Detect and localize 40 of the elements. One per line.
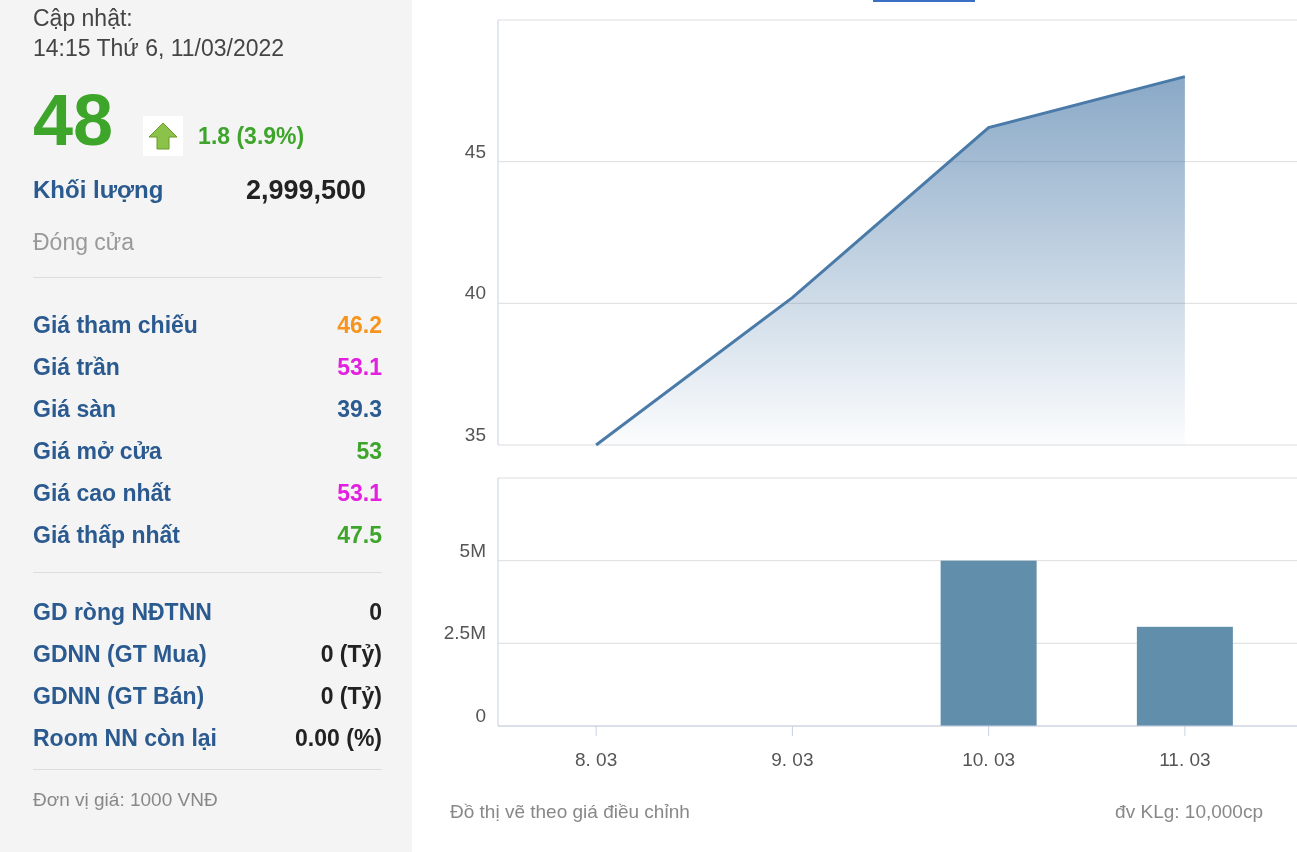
chart-note: Đồ thị vẽ theo giá điều chỉnh: [450, 800, 690, 824]
price-value: 53: [356, 436, 382, 466]
axis-tick-label: 40: [464, 282, 486, 304]
axis-tick-label: 5M: [459, 539, 486, 561]
axis-tick-label: 9. 03: [771, 749, 814, 770]
price-value: 53.1: [337, 352, 382, 382]
unit-note: Đơn vị giá: 1000 VNĐ: [33, 769, 382, 815]
current-price: 48: [33, 88, 114, 152]
volume-unit-note: đv KLg: 10,000cp: [1115, 800, 1263, 824]
update-time: 14:15 Thứ 6, 11/03/2022: [33, 34, 286, 63]
price-value: 53.1: [337, 478, 382, 508]
foreign-trade-label: GD ròng NĐTNN: [33, 597, 212, 627]
foreign-trade-label: GDNN (GT Mua): [33, 639, 207, 669]
update-label: Cập nhật:: [33, 4, 134, 32]
price-label: Giá tham chiếu: [33, 310, 198, 340]
foreign-trade-label: GDNN (GT Bán): [33, 681, 205, 711]
price-change: 1.8 (3.9%): [198, 122, 305, 151]
axis-tick-label: 0: [475, 705, 486, 726]
price-value: 47.5: [337, 520, 382, 550]
price-value: 39.3: [337, 394, 382, 424]
foreign-trade-value: 0 (Tỷ): [320, 639, 382, 669]
axis-tick-label: 45: [464, 140, 486, 162]
volume-label: Khối lượng: [33, 175, 164, 206]
axis-tick-label: 8. 03: [575, 749, 618, 770]
axis-tick-label: 2.5M: [443, 622, 486, 644]
foreign-trade-label: Room NN còn lại: [33, 723, 217, 753]
price-label: Giá thấp nhất: [33, 520, 180, 550]
volume-value: 2,999,500: [245, 174, 366, 207]
price-value: 46.2: [337, 310, 382, 340]
price-label: Giá cao nhất: [33, 478, 172, 508]
foreign-trade-value: 0.00 (%): [295, 723, 382, 753]
axis-tick-label: 10. 03: [962, 749, 1016, 770]
axis-tick-label: 11. 03: [1159, 749, 1211, 770]
price-label: Giá sàn: [33, 394, 117, 424]
price-label: Giá mở cửa: [33, 436, 162, 466]
foreign-trade-value: 0 (Tỷ): [320, 681, 382, 711]
axis-tick-label: 35: [464, 424, 486, 445]
foreign-trade-value: 0: [369, 597, 382, 627]
session-status: Đóng cửa: [33, 227, 136, 257]
price-label: Giá trần: [33, 352, 120, 382]
